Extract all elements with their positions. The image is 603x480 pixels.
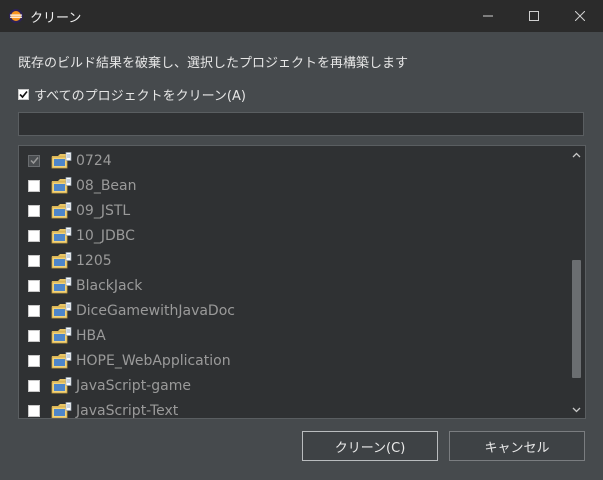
checkbox-icon[interactable]: [28, 229, 40, 242]
checkbox-icon[interactable]: [28, 404, 40, 417]
project-folder-icon: [51, 351, 73, 370]
scroll-up-icon[interactable]: [568, 146, 585, 163]
project-list-item[interactable]: DiceGamewithJavaDoc: [19, 298, 235, 323]
eclipse-icon: [8, 8, 24, 24]
project-folder-icon: [51, 301, 73, 320]
project-list-item[interactable]: HOPE_WebApplication: [19, 348, 235, 373]
project-list-item[interactable]: 09_JSTL: [19, 198, 235, 223]
clean-all-checkbox[interactable]: すべてのプロジェクトをクリーン(A): [18, 85, 246, 104]
clean-all-label: すべてのプロジェクトをクリーン(A): [34, 89, 246, 104]
checkbox-icon[interactable]: [28, 304, 40, 317]
project-folder-icon: [51, 226, 73, 245]
checkbox-icon[interactable]: [28, 254, 40, 267]
checkbox-icon[interactable]: [28, 204, 40, 217]
project-name: HOPE_WebApplication: [76, 352, 231, 369]
maximize-icon[interactable]: [511, 0, 557, 32]
project-folder-icon: [51, 401, 73, 419]
project-name: 10_JDBC: [76, 227, 135, 244]
project-list-item[interactable]: JavaScript-game: [19, 373, 235, 398]
project-list-item[interactable]: 10_JDBC: [19, 223, 235, 248]
title-bar: クリーン: [0, 0, 603, 32]
project-list-item[interactable]: 1205: [19, 248, 235, 273]
minimize-icon[interactable]: [465, 0, 511, 32]
project-list-item[interactable]: 0724: [19, 148, 235, 173]
project-list[interactable]: 0724 08_Bean 09_JSTL 10_JDBC 1205 BlackJack Di…: [18, 145, 586, 419]
project-folder-icon: [51, 276, 73, 295]
checkbox-checked-icon[interactable]: [18, 89, 29, 100]
checkbox-checked-icon[interactable]: [28, 154, 40, 167]
project-list-item[interactable]: HBA: [19, 323, 235, 348]
project-folder-icon: [51, 376, 73, 395]
project-name: DiceGamewithJavaDoc: [76, 302, 235, 319]
project-name: JavaScript-Text: [76, 402, 179, 419]
project-folder-icon: [51, 251, 73, 270]
window-title: クリーン: [30, 10, 82, 26]
project-name: 09_JSTL: [76, 202, 131, 219]
project-folder-icon: [51, 151, 73, 170]
project-name: 0724: [76, 152, 112, 169]
project-list-item[interactable]: BlackJack: [19, 273, 235, 298]
dialog-description: 既存のビルド結果を破棄し、選択したプロジェクトを再構築します: [18, 56, 409, 71]
project-folder-icon: [51, 176, 73, 195]
checkbox-icon[interactable]: [28, 279, 40, 292]
checkbox-icon[interactable]: [28, 329, 40, 342]
checkbox-icon[interactable]: [28, 179, 40, 192]
project-name: JavaScript-game: [76, 377, 191, 394]
project-list-item[interactable]: JavaScript-Text: [19, 398, 235, 419]
checkbox-icon[interactable]: [28, 379, 40, 392]
project-name: 1205: [76, 252, 112, 269]
scroll-down-icon[interactable]: [568, 401, 585, 418]
close-icon[interactable]: [557, 0, 603, 32]
project-folder-icon: [51, 201, 73, 220]
checkbox-icon[interactable]: [28, 354, 40, 367]
scroll-thumb[interactable]: [572, 260, 581, 378]
project-filter-input[interactable]: [18, 112, 584, 136]
cancel-button[interactable]: キャンセル: [449, 431, 585, 461]
project-name: 08_Bean: [76, 177, 137, 194]
project-list-item[interactable]: 08_Bean: [19, 173, 235, 198]
project-name: HBA: [76, 327, 106, 344]
project-folder-icon: [51, 326, 73, 345]
clean-button[interactable]: クリーン(C): [302, 431, 438, 461]
vertical-scrollbar[interactable]: [568, 146, 585, 418]
project-name: BlackJack: [76, 277, 143, 294]
